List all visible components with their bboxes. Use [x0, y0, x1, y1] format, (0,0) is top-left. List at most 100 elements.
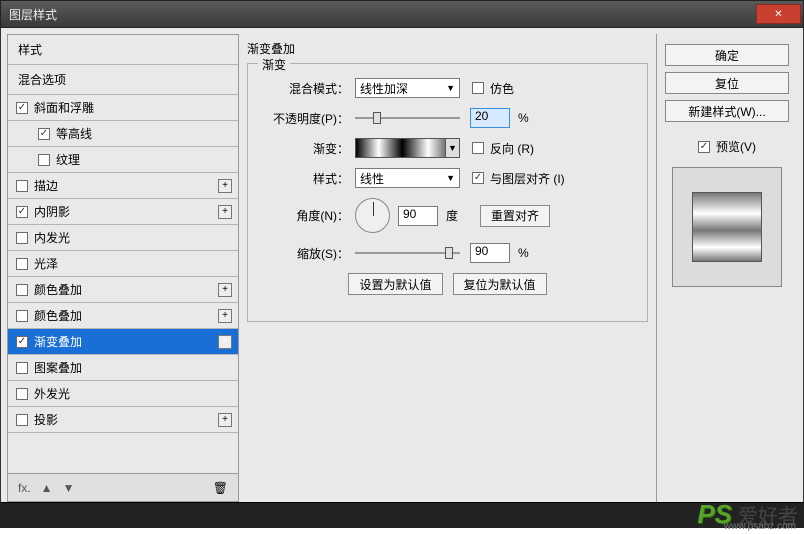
effect-checkbox[interactable]	[16, 180, 28, 192]
ok-button[interactable]: 确定	[665, 44, 789, 66]
reset-button[interactable]: 复位	[665, 72, 789, 94]
effect-checkbox[interactable]	[16, 284, 28, 296]
add-effect-icon[interactable]: +	[218, 413, 232, 427]
effect-label: 投影	[34, 411, 58, 428]
effect-row[interactable]: 颜色叠加 +	[8, 277, 238, 303]
effect-label: 内阴影	[34, 203, 70, 220]
angle-dial[interactable]	[355, 198, 390, 233]
effect-row[interactable]: 描边 +	[8, 173, 238, 199]
effect-label: 等高线	[56, 125, 92, 142]
add-effect-icon[interactable]: +	[218, 283, 232, 297]
styles-sidebar: 样式 混合选项 斜面和浮雕等高线纹理描边+内阴影+内发光光泽颜色叠加+颜色叠加+…	[7, 34, 239, 502]
angle-unit: 度	[446, 207, 458, 224]
close-button[interactable]: ✕	[756, 4, 801, 24]
chevron-down-icon: ▼	[446, 83, 455, 93]
watermark: PS 爱好者 www.psahz.com	[697, 499, 798, 530]
gradient-label: 渐变：	[260, 140, 355, 157]
opacity-slider[interactable]	[355, 111, 460, 125]
trash-icon[interactable]: 🗑	[213, 481, 228, 495]
effect-checkbox[interactable]	[16, 388, 28, 400]
sidebar-header-styles[interactable]: 样式	[8, 35, 238, 65]
effect-row[interactable]: 纹理	[8, 147, 238, 173]
reverse-label: 反向 (R)	[490, 140, 534, 157]
effect-label: 渐变叠加	[34, 333, 82, 350]
effect-row[interactable]: 内发光	[8, 225, 238, 251]
preview-label: 预览(V)	[716, 138, 756, 155]
down-icon[interactable]: ▼	[63, 481, 75, 495]
reset-default-button[interactable]: 复位为默认值	[453, 273, 547, 295]
settings-panel: 渐变叠加 渐变 混合模式： 线性加深 ▼ 仿色 不透明度(P)： 20 %	[239, 34, 657, 502]
effect-checkbox[interactable]	[38, 154, 50, 166]
scale-slider[interactable]	[355, 246, 460, 260]
preview-checkbox[interactable]	[698, 141, 710, 153]
panel-title: 渐变叠加	[247, 40, 648, 57]
effect-label: 光泽	[34, 255, 58, 272]
effect-checkbox[interactable]	[16, 310, 28, 322]
sidebar-header-blend-options[interactable]: 混合选项	[8, 65, 238, 95]
align-checkbox[interactable]	[472, 172, 484, 184]
gradient-picker[interactable]: ▼	[355, 138, 460, 158]
opacity-unit: %	[518, 111, 529, 125]
dither-checkbox[interactable]	[472, 82, 484, 94]
effect-row[interactable]: 等高线	[8, 121, 238, 147]
action-column: 确定 复位 新建样式(W)... 预览(V)	[657, 34, 797, 502]
add-effect-icon[interactable]: +	[218, 205, 232, 219]
make-default-button[interactable]: 设置为默认值	[348, 273, 442, 295]
window-title: 图层样式	[9, 6, 57, 23]
effect-checkbox[interactable]	[38, 128, 50, 140]
opacity-label: 不透明度(P)：	[260, 110, 355, 127]
title-bar: 图层样式 ✕	[0, 0, 804, 28]
effect-label: 颜色叠加	[34, 281, 82, 298]
main-area: 样式 混合选项 斜面和浮雕等高线纹理描边+内阴影+内发光光泽颜色叠加+颜色叠加+…	[0, 28, 804, 502]
effect-label: 描边	[34, 177, 58, 194]
blend-mode-value: 线性加深	[360, 80, 408, 97]
effect-row[interactable]: 光泽	[8, 251, 238, 277]
effect-row[interactable]: 图案叠加	[8, 355, 238, 381]
effect-checkbox[interactable]	[16, 258, 28, 270]
opacity-input[interactable]: 20	[470, 108, 510, 128]
effect-label: 纹理	[56, 151, 80, 168]
add-effect-icon[interactable]: +	[218, 309, 232, 323]
effect-row[interactable]: 渐变叠加 +	[8, 329, 238, 355]
scale-label: 缩放(S)：	[260, 245, 355, 262]
add-effect-icon[interactable]: +	[218, 335, 232, 349]
bottom-border	[0, 502, 804, 528]
add-effect-icon[interactable]: +	[218, 179, 232, 193]
up-icon[interactable]: ▲	[41, 481, 53, 495]
close-icon: ✕	[774, 9, 782, 20]
effect-checkbox[interactable]	[16, 362, 28, 374]
chevron-down-icon: ▼	[446, 173, 455, 183]
watermark-url: www.psahz.com	[724, 521, 796, 532]
style-label: 样式：	[260, 170, 355, 187]
effect-checkbox[interactable]	[16, 232, 28, 244]
effect-label: 内发光	[34, 229, 70, 246]
effect-row[interactable]: 外发光	[8, 381, 238, 407]
effect-checkbox[interactable]	[16, 414, 28, 426]
scale-input[interactable]: 90	[470, 243, 510, 263]
style-select[interactable]: 线性 ▼	[355, 168, 460, 188]
angle-label: 角度(N)：	[260, 207, 355, 224]
angle-input[interactable]: 90	[398, 206, 438, 226]
effect-row[interactable]: 内阴影 +	[8, 199, 238, 225]
effect-row[interactable]: 投影 +	[8, 407, 238, 433]
effect-label: 图案叠加	[34, 359, 82, 376]
effect-label: 斜面和浮雕	[34, 99, 94, 116]
effect-checkbox[interactable]	[16, 336, 28, 348]
align-label: 与图层对齐 (I)	[490, 170, 565, 187]
reverse-checkbox[interactable]	[472, 142, 484, 154]
scale-unit: %	[518, 246, 529, 260]
gradient-group: 渐变 混合模式： 线性加深 ▼ 仿色 不透明度(P)： 20 %	[247, 63, 648, 322]
group-legend: 渐变	[258, 56, 290, 73]
gradient-dropdown-icon[interactable]: ▼	[445, 139, 459, 157]
effect-checkbox[interactable]	[16, 206, 28, 218]
reset-align-button[interactable]: 重置对齐	[480, 205, 550, 227]
effect-checkbox[interactable]	[16, 102, 28, 114]
effect-row[interactable]: 颜色叠加+	[8, 303, 238, 329]
blend-mode-select[interactable]: 线性加深 ▼	[355, 78, 460, 98]
blend-mode-label: 混合模式：	[260, 80, 355, 97]
preview-swatch	[692, 192, 762, 262]
effect-row[interactable]: 斜面和浮雕	[8, 95, 238, 121]
style-value: 线性	[360, 170, 384, 187]
new-style-button[interactable]: 新建样式(W)...	[665, 100, 789, 122]
fx-icon[interactable]: fx.	[18, 481, 31, 495]
